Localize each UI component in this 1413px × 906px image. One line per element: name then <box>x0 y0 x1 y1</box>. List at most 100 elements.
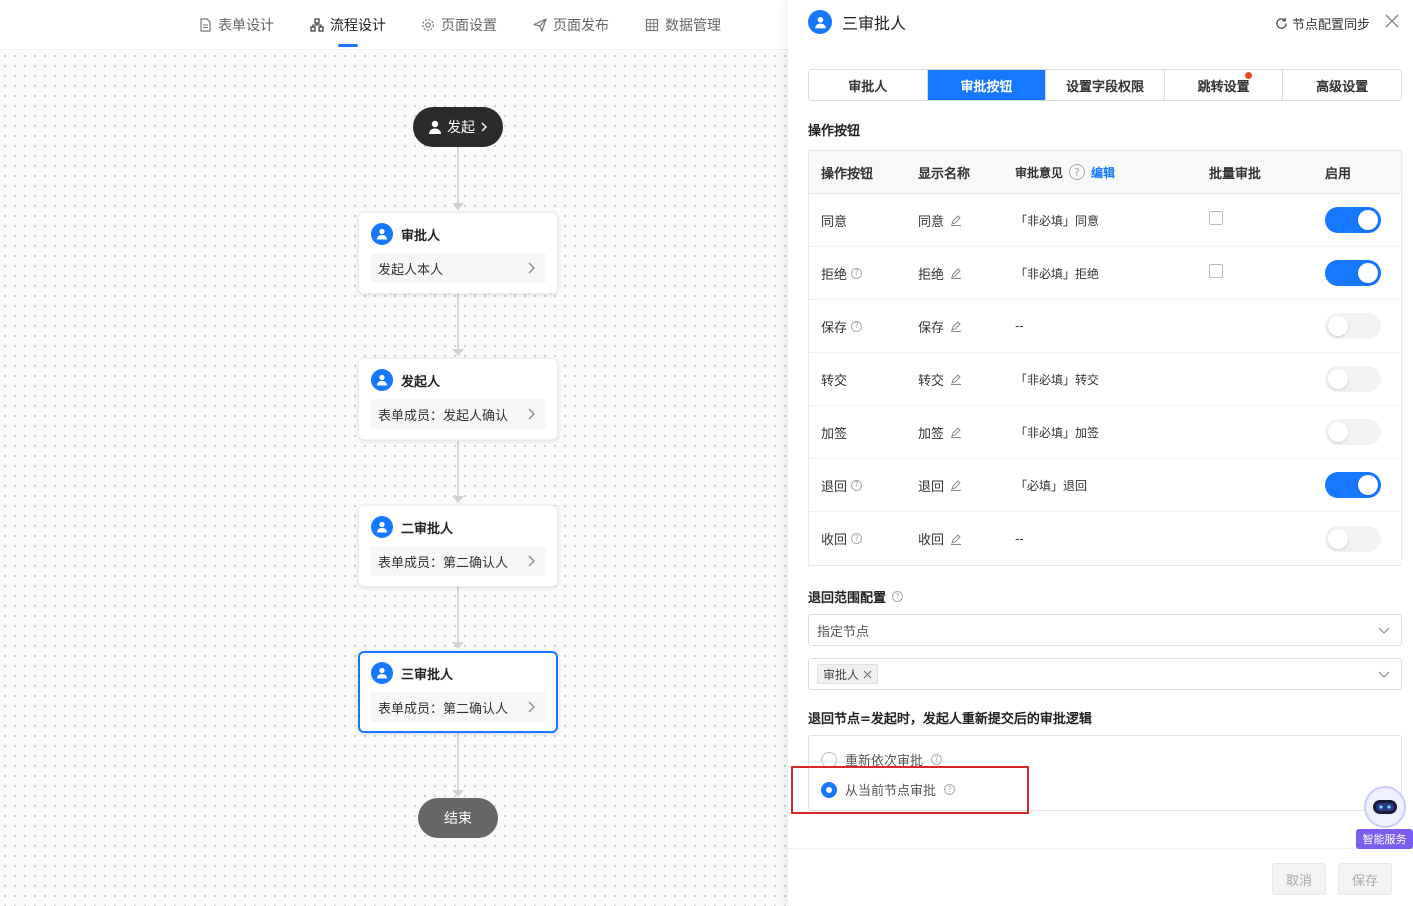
close-icon[interactable] <box>1383 12 1401 30</box>
batch-checkbox[interactable] <box>1209 211 1223 225</box>
table-row: 同意 同意 「非必填」同意 <box>809 194 1401 247</box>
flow-node-second-approver[interactable]: 二审批人 表单成员：第二确认人 <box>358 505 558 587</box>
help-icon[interactable]: ? <box>931 754 943 765</box>
end-node[interactable]: 结束 <box>418 798 498 838</box>
tab-label: 审批按钮 <box>960 79 1013 95</box>
display-name: 转交 <box>918 373 945 389</box>
tab-label: 高级设置 <box>1316 79 1369 95</box>
help-icon[interactable]: ? <box>851 479 863 491</box>
table-row: 加签 加签 「非必填」加签 <box>809 406 1401 459</box>
enable-toggle[interactable] <box>1325 313 1381 339</box>
ai-assistant-widget[interactable]: 智能服务 <box>1356 786 1413 850</box>
top-nav: 表单设计 流程设计 页面设置 页面发布 数据管理 <box>0 0 788 50</box>
chevron-down-icon <box>1378 627 1390 634</box>
flow-canvas[interactable] <box>0 51 788 906</box>
ops-buttons-table: 操作按钮 显示名称 审批意见 ? 编辑 批量审批 启用 同意 同意 「非必填」同… <box>808 150 1402 566</box>
start-label: 发起 <box>447 120 475 136</box>
display-name: 拒绝 <box>918 267 945 283</box>
nav-item-page-publish[interactable]: 页面发布 <box>533 14 609 36</box>
table-row: 转交 转交 「非必填」转交 <box>809 353 1401 406</box>
opinion-text: 「非必填」转交 <box>1015 372 1100 387</box>
help-icon[interactable]: ? <box>851 533 863 544</box>
save-button[interactable]: 保存 <box>1338 863 1392 895</box>
connector-line <box>457 147 459 204</box>
selected-node-tag: 审批人 <box>817 664 879 684</box>
gear-icon <box>422 19 434 31</box>
table-row: 退回? 退回 「必填」退回 <box>809 459 1401 512</box>
enable-toggle[interactable] <box>1325 472 1381 498</box>
return-node-select[interactable]: 审批人 <box>808 658 1402 690</box>
enable-toggle[interactable] <box>1325 260 1381 286</box>
flow-node-third-approver[interactable]: 三审批人 表单成员：第二确认人 <box>358 651 558 733</box>
nav-item-data-management[interactable]: 数据管理 <box>645 14 721 36</box>
edit-opinion-link[interactable]: 编辑 <box>1091 164 1115 181</box>
enable-toggle[interactable] <box>1325 525 1381 552</box>
node-title: 审批人 <box>401 228 441 244</box>
node-body[interactable]: 表单成员：第二确认人 <box>370 546 546 576</box>
flow-node-initiator[interactable]: 发起人 表单成员：发起人确认 <box>358 358 558 440</box>
flow-node-approver[interactable]: 审批人 发起人本人 <box>358 212 558 294</box>
button-name: 拒绝 <box>821 267 848 283</box>
batch-checkbox[interactable] <box>1209 264 1223 278</box>
table-row: 收回? 收回 -- <box>809 512 1401 565</box>
notification-dot <box>1245 72 1253 79</box>
annotation-highlight-box <box>791 766 1029 814</box>
header-opinion: 审批意见 <box>1015 165 1064 180</box>
node-body[interactable]: 表单成员：第二确认人 <box>370 692 546 722</box>
user-icon <box>429 120 441 134</box>
config-tabs: 审批人 审批按钮 设置字段权限 跳转设置 高级设置 <box>808 69 1402 101</box>
nav-item-form-design[interactable]: 表单设计 <box>198 14 274 36</box>
enable-toggle[interactable] <box>1325 366 1381 392</box>
pencil-icon[interactable] <box>950 214 962 226</box>
help-icon[interactable]: ? <box>851 320 863 332</box>
chevron-right-icon <box>528 262 535 274</box>
return-scope-select[interactable]: 指定节点 <box>808 614 1402 646</box>
connector-line <box>457 441 459 497</box>
node-body-text: 表单成员：第二确认人 <box>378 555 509 571</box>
pencil-icon[interactable] <box>950 267 962 279</box>
nav-item-page-settings[interactable]: 页面设置 <box>421 14 497 36</box>
pencil-icon[interactable] <box>950 426 962 438</box>
tab-field-permissions[interactable]: 设置字段权限 <box>1046 70 1165 100</box>
tab-approver[interactable]: 审批人 <box>809 70 928 100</box>
tag-close-icon[interactable] <box>863 670 872 679</box>
node-body[interactable]: 表单成员：发起人确认 <box>370 399 546 429</box>
tab-advanced-settings[interactable]: 高级设置 <box>1283 70 1401 100</box>
enable-toggle[interactable] <box>1325 207 1381 233</box>
pencil-icon[interactable] <box>950 373 962 385</box>
tab-approval-buttons[interactable]: 审批按钮 <box>927 70 1047 100</box>
header-button: 操作按钮 <box>821 166 874 182</box>
start-node[interactable]: 发起 <box>413 107 503 147</box>
help-icon[interactable]: ? <box>1069 164 1086 180</box>
user-avatar-icon <box>371 369 393 391</box>
opinion-text: 「非必填」加签 <box>1015 425 1100 440</box>
node-body-text: 表单成员：发起人确认 <box>378 408 509 424</box>
sync-config-button[interactable]: 节点配置同步 <box>1275 14 1370 33</box>
tag-label: 审批人 <box>823 667 860 682</box>
grid-icon <box>645 18 659 32</box>
nav-item-flow-design[interactable]: 流程设计 <box>310 14 386 36</box>
refresh-icon <box>1276 17 1287 29</box>
node-body[interactable]: 发起人本人 <box>370 253 546 283</box>
help-icon[interactable]: ? <box>851 267 863 279</box>
ops-section-title: 操作按钮 <box>808 124 861 139</box>
enable-toggle[interactable] <box>1325 419 1381 445</box>
cancel-button[interactable]: 取消 <box>1272 863 1326 895</box>
node-title: 三审批人 <box>401 667 454 683</box>
pencil-icon[interactable] <box>950 320 962 332</box>
table-header: 操作按钮 显示名称 审批意见 ? 编辑 批量审批 启用 <box>809 151 1401 194</box>
display-name: 加签 <box>918 426 945 442</box>
pencil-icon[interactable] <box>950 533 962 545</box>
help-icon[interactable]: ? <box>892 591 904 602</box>
user-avatar-icon <box>371 662 393 684</box>
opinion-text: 「非必填」同意 <box>1015 213 1100 228</box>
panel-header: 三审批人 <box>808 10 906 34</box>
node-title: 发起人 <box>401 374 441 390</box>
connector-line <box>457 733 459 791</box>
tab-jump-settings[interactable]: 跳转设置 <box>1165 70 1284 100</box>
chevron-down-icon <box>1378 671 1390 678</box>
pencil-icon[interactable] <box>950 479 962 491</box>
node-title: 二审批人 <box>401 521 454 537</box>
node-body-text: 发起人本人 <box>378 262 444 278</box>
opinion-text: -- <box>1015 319 1024 333</box>
